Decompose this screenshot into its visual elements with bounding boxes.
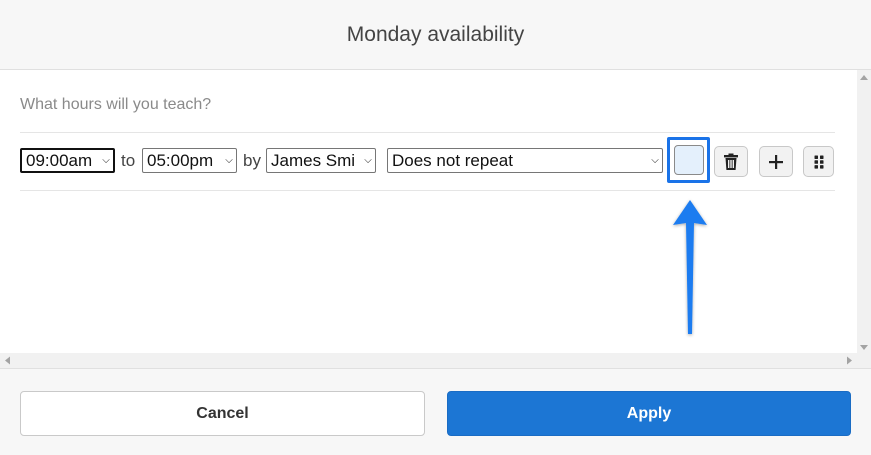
to-label: to bbox=[121, 151, 136, 170]
scroll-right-icon[interactable] bbox=[843, 353, 855, 368]
by-label: by bbox=[243, 151, 261, 170]
dialog-body: What hours will you teach? 09:00am ⌵ to … bbox=[0, 70, 871, 368]
scrollbar-corner bbox=[857, 345, 871, 368]
end-time-value: 05:00pm bbox=[147, 150, 214, 170]
horizontal-scrollbar[interactable] bbox=[0, 353, 857, 368]
scroll-up-icon[interactable] bbox=[857, 72, 871, 84]
chevron-down-icon: ⌵ bbox=[225, 155, 233, 166]
dialog-footer: Cancel Apply bbox=[0, 368, 871, 455]
vertical-scrollbar[interactable] bbox=[857, 70, 871, 353]
up-arrow-annotation-icon bbox=[673, 200, 707, 334]
chevron-down-icon: ⌵ bbox=[651, 155, 659, 166]
start-time-value: 09:00am bbox=[26, 150, 93, 170]
trash-icon bbox=[724, 153, 738, 170]
teacher-value: James Smi bbox=[271, 150, 356, 170]
teacher-select[interactable]: James Smi ⌵ bbox=[266, 148, 376, 173]
dialog-header: Monday availability bbox=[0, 0, 871, 70]
end-time-select[interactable]: 05:00pm ⌵ bbox=[142, 148, 237, 173]
scroll-left-icon[interactable] bbox=[2, 353, 14, 368]
chevron-down-icon: ⌵ bbox=[364, 155, 372, 166]
row-divider-bottom bbox=[20, 190, 835, 191]
dialog-title: Monday availability bbox=[346, 22, 525, 46]
repeat-select[interactable]: Does not repeat ⌵ bbox=[387, 148, 663, 173]
add-button[interactable] bbox=[759, 146, 793, 177]
delete-button[interactable] bbox=[714, 146, 748, 177]
plus-icon bbox=[769, 154, 783, 169]
chevron-down-icon: ⌵ bbox=[102, 155, 110, 166]
repeat-value: Does not repeat bbox=[392, 150, 513, 170]
availability-dialog: Monday availability What hours will you … bbox=[0, 0, 871, 455]
cancel-button[interactable]: Cancel bbox=[20, 391, 425, 436]
color-picker-swatch[interactable] bbox=[674, 145, 704, 175]
question-label: What hours will you teach? bbox=[20, 96, 212, 113]
start-time-select[interactable]: 09:00am ⌵ bbox=[20, 148, 115, 173]
row-divider-top bbox=[20, 132, 835, 133]
drag-handle-icon bbox=[814, 155, 823, 169]
apply-button[interactable]: Apply bbox=[447, 391, 851, 436]
scroll-down-icon[interactable] bbox=[857, 341, 871, 353]
drag-handle-button[interactable] bbox=[803, 146, 834, 177]
